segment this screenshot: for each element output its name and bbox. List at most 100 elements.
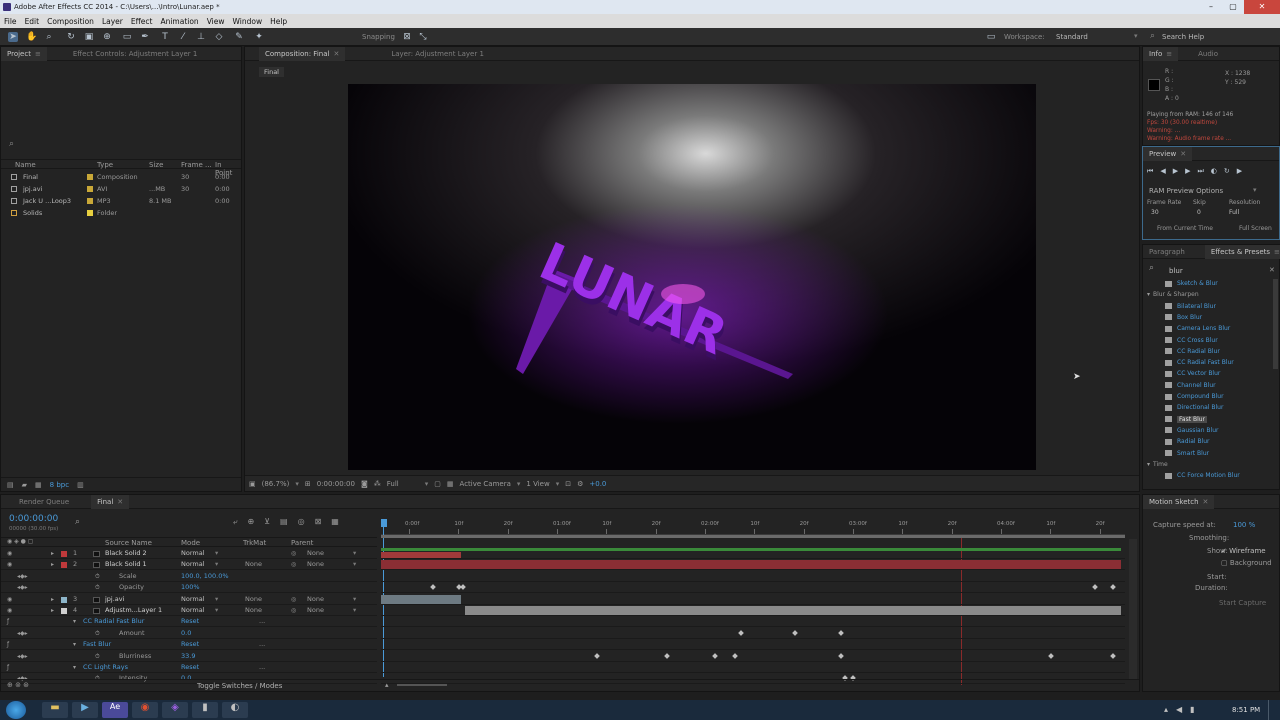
network-icon[interactable]: ▮	[1190, 705, 1194, 714]
label-color[interactable]	[87, 174, 93, 180]
effect-item[interactable]: Box Blur	[1165, 312, 1202, 323]
show-desktop-button[interactable]	[1268, 700, 1280, 720]
workspace-select[interactable]: Standard	[1056, 33, 1088, 41]
fx-icon[interactable]: ƒ	[7, 639, 9, 650]
current-timecode[interactable]: 0:00:00:00	[9, 514, 58, 524]
menu-effect[interactable]: Effect	[131, 17, 153, 26]
effect-item[interactable]: Camera Lens Blur	[1165, 323, 1230, 334]
wireframe-checkbox[interactable]: ✓ Wireframe	[1221, 547, 1266, 555]
mode-dropdown-icon[interactable]: ▾	[215, 548, 218, 559]
layer-parent[interactable]: None	[307, 548, 324, 559]
roto-brush-tool-icon[interactable]: ✎	[234, 32, 244, 42]
menu-help[interactable]: Help	[270, 17, 287, 26]
keyframe-icon[interactable]	[430, 584, 436, 591]
effect-options[interactable]: ...	[259, 639, 265, 650]
after-effects-taskbar-icon[interactable]: Ae	[102, 702, 128, 718]
resolution-select[interactable]: Full	[1229, 209, 1239, 216]
timeline-search-icon[interactable]: ⌕	[75, 517, 80, 527]
layer-label-color[interactable]	[61, 608, 67, 614]
start-capture-button[interactable]: Start Capture	[1219, 599, 1266, 607]
keyframe-icon[interactable]	[1048, 652, 1054, 659]
expand-triangle-icon[interactable]: ▾	[73, 662, 76, 673]
snapping-icon[interactable]: ⊠	[402, 32, 412, 42]
keyframe-icon[interactable]	[712, 652, 718, 659]
parent-dropdown-icon[interactable]: ▾	[353, 605, 356, 616]
effect-item[interactable]: Smart Blur	[1165, 448, 1209, 459]
col-mode[interactable]: Mode	[181, 539, 200, 547]
tab-effect-controls[interactable]: Effect Controls: Adjustment Layer 1	[67, 47, 204, 61]
col-frame[interactable]: Frame ...	[181, 161, 212, 169]
label-color[interactable]	[87, 186, 93, 192]
effect-options[interactable]: ...	[259, 662, 265, 673]
ram-preview-options[interactable]: RAM Preview Options	[1149, 187, 1223, 195]
views-dropdown-icon[interactable]: ▾	[556, 480, 560, 488]
explorer-icon[interactable]: ▬	[42, 702, 68, 718]
keyframe-icon[interactable]	[594, 652, 600, 659]
tab-project[interactable]: Project ≡	[1, 46, 47, 61]
keyframe-nav-icon[interactable]: ◂◆▸	[17, 628, 28, 639]
camera-tool-icon[interactable]: ▣	[84, 32, 94, 42]
effect-item[interactable]: Sketch & Blur	[1165, 278, 1218, 289]
background-checkbox[interactable]: ▢ Background	[1221, 559, 1272, 567]
menu-file[interactable]: File	[4, 17, 17, 26]
media-player-icon[interactable]: ▶	[72, 702, 98, 718]
layer-mode[interactable]: Normal	[181, 605, 205, 616]
visibility-eye-icon[interactable]: ◉	[7, 548, 12, 559]
app-icon-2[interactable]: ◐	[222, 702, 248, 718]
effects-scrollbar[interactable]	[1273, 279, 1278, 369]
stopwatch-icon[interactable]: ⏱	[95, 582, 100, 593]
keyframe-icon[interactable]	[732, 652, 738, 659]
skip-select[interactable]: 0	[1197, 209, 1201, 216]
playhead[interactable]	[381, 519, 387, 527]
clear-search-icon[interactable]: ✕	[1269, 266, 1275, 274]
new-composition-icon[interactable]: ▦	[35, 481, 42, 489]
timeline-track[interactable]	[381, 559, 1125, 571]
audio-icon[interactable]: ◐	[1211, 167, 1217, 176]
keyframe-icon[interactable]	[1110, 652, 1116, 659]
layer-duration-bar[interactable]	[381, 560, 1121, 570]
start-button[interactable]	[6, 701, 26, 719]
col-size[interactable]: Size	[149, 161, 163, 169]
keyframe-icon[interactable]	[664, 652, 670, 659]
project-item[interactable]: Jack U ...Loop3 MP3 8.1 MB 0:00	[1, 195, 241, 207]
layer-duration-bar[interactable]	[465, 606, 1121, 615]
pen-tool-icon[interactable]: ✒	[140, 32, 150, 42]
shy-icon[interactable]: ⊻	[264, 517, 270, 527]
fx-icon[interactable]: ƒ	[7, 662, 9, 673]
composition-viewer[interactable]: LUNAR LUNAR	[348, 84, 1036, 470]
visibility-eye-icon[interactable]: ◉	[7, 594, 12, 605]
minimize-button[interactable]: –	[1200, 0, 1222, 14]
fx-icon[interactable]: ƒ	[7, 616, 9, 627]
snapping-label[interactable]: Snapping	[362, 33, 395, 41]
layer-duration-bar[interactable]	[381, 552, 461, 558]
tab-final-timeline[interactable]: Final ✕	[91, 494, 130, 509]
tab-audio[interactable]: Audio	[1192, 47, 1224, 61]
speaker-icon[interactable]: ◀	[1176, 705, 1182, 714]
pan-behind-tool-icon[interactable]: ⊕	[102, 32, 112, 42]
project-search-icon[interactable]: ⌕	[9, 139, 14, 149]
effect-item[interactable]: Radial Blur	[1165, 436, 1210, 447]
project-item[interactable]: jpj.avi AVI ...MB 30 0:00	[1, 183, 241, 195]
effect-reset[interactable]: Reset	[181, 639, 199, 650]
layer-trkmat[interactable]: None	[245, 594, 262, 605]
transparency-grid-icon[interactable]: ▦	[447, 480, 454, 488]
effect-item[interactable]: Channel Blur	[1165, 380, 1216, 391]
menu-layer[interactable]: Layer	[102, 17, 123, 26]
next-frame-icon[interactable]: ▶	[1185, 167, 1190, 176]
col-type[interactable]: Type	[97, 161, 113, 169]
keyframe-nav-icon[interactable]: ◂◆▸	[17, 651, 28, 662]
toggle-switches-modes[interactable]: Toggle Switches / Modes	[197, 682, 282, 690]
keyframe-icon[interactable]	[838, 652, 844, 659]
layer-label-color[interactable]	[61, 596, 67, 603]
timecode-display[interactable]: 0:00:00:00	[317, 480, 355, 488]
col-trkmat[interactable]: TrkMat	[243, 539, 266, 547]
graph-editor-icon[interactable]: ⊠	[315, 517, 322, 527]
effect-item[interactable]: Bilateral Blur	[1165, 301, 1216, 312]
col-name[interactable]: Name	[15, 161, 36, 169]
effect-item[interactable]: CC Vector Blur	[1165, 368, 1220, 379]
col-source-name[interactable]: Source Name	[105, 539, 152, 547]
expand-triangle-icon[interactable]: ▾	[73, 616, 76, 627]
resolution-select[interactable]: Full	[387, 480, 399, 488]
menu-animation[interactable]: Animation	[160, 17, 198, 26]
trash-icon[interactable]: ▥	[77, 481, 84, 489]
